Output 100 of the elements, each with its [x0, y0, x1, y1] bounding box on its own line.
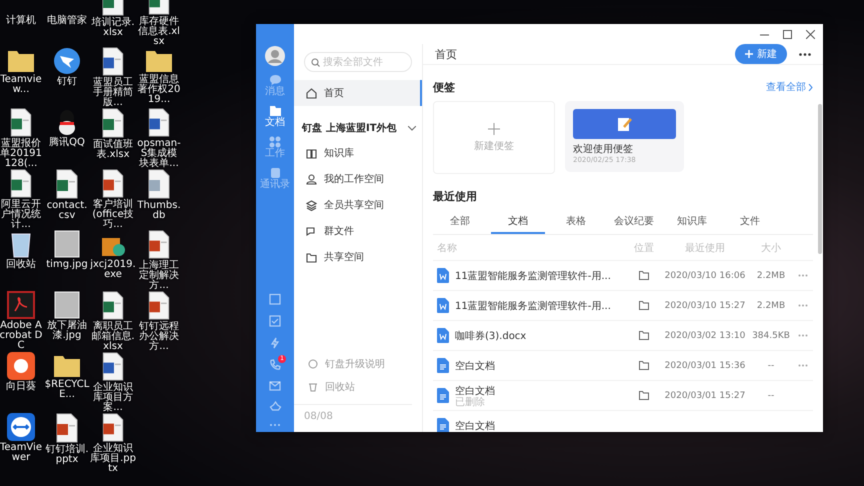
desktop-icon-label[interactable]: 企业知识库项目.pptx: [90, 444, 136, 474]
desktop-icon-label[interactable]: 上海理工定制解决方...: [136, 261, 182, 291]
file-name[interactable]: 11蓝盟智能服务监测管理软件-用...: [455, 298, 611, 312]
desktop-icon-label[interactable]: Teamview...: [0, 75, 44, 95]
file-date: 2020/03/01 15:27: [664, 390, 746, 400]
desktop-icon-label[interactable]: 培训记录.xlsx: [90, 18, 136, 38]
desktop-icon-label[interactable]: 电脑管家: [44, 16, 90, 26]
file-name[interactable]: 空白文档: [455, 384, 495, 398]
more-icon: [269, 423, 281, 427]
file-status: 已删除: [455, 398, 485, 408]
filter-tab[interactable]: 全部: [433, 210, 487, 234]
desktop-icon-label[interactable]: 回收站: [0, 260, 44, 270]
file-date: 2020/03/01 15:36: [664, 360, 746, 370]
rail-tab[interactable]: 文档: [265, 105, 285, 128]
usage-counter: 08/08: [294, 404, 412, 432]
desktop-icon-label[interactable]: jxcj2019.exe: [90, 260, 136, 280]
desktop-icon-label[interactable]: TeamViewer: [0, 443, 44, 463]
image-icon: [54, 230, 80, 258]
drive-label: 钉盘: [302, 122, 322, 135]
desktop-icon-label[interactable]: 计算机: [0, 16, 44, 26]
desktop-icon-label[interactable]: 客户培训(office技巧...: [90, 200, 136, 230]
file-name[interactable]: 11蓝盟智能服务监测管理软件-用...: [455, 268, 611, 282]
desktop-icon-label[interactable]: 钉钉远程办公解决方...: [136, 322, 182, 352]
calendar-icon: [269, 293, 281, 305]
filter-tab[interactable]: 会议纪要: [607, 210, 661, 234]
note-title: 欢迎使用便签: [573, 142, 634, 156]
word-icon: [147, 108, 171, 137]
file-name[interactable]: 空白文档: [455, 418, 495, 432]
ppt-icon: [101, 169, 125, 198]
mail-icon: [269, 381, 281, 391]
column-header: 大小: [761, 242, 781, 254]
document-icon: [437, 358, 449, 373]
file-date: 2020/03/10 16:06: [664, 270, 746, 280]
avatar-icon: [265, 46, 285, 66]
nav-item[interactable]: 群文件: [294, 218, 422, 244]
desktop-icon-label[interactable]: 阿里云开户情况统计...: [0, 200, 44, 230]
folder-icon: [639, 271, 649, 280]
column-header: 名称: [436, 242, 457, 254]
chat-bubbles-icon: [306, 226, 317, 236]
nav-item[interactable]: 全员共享空间: [294, 192, 422, 218]
scrollbar[interactable]: [818, 104, 822, 254]
excel-icon: [9, 108, 33, 137]
arrows-app-icon: [7, 413, 35, 441]
new-button[interactable]: 新建: [735, 44, 787, 64]
desktop-icon-label[interactable]: Adobe Acrobat DC: [0, 321, 44, 351]
view-all-link[interactable]: 查看全部: [766, 80, 813, 94]
desktop-icon-label[interactable]: 离职员工邮箱信息.xlsx: [90, 322, 136, 352]
nav-item[interactable]: 共享空间: [294, 244, 422, 270]
file-size: --: [768, 360, 774, 370]
desktop-icon-label[interactable]: 放下屠油漆.jpg: [44, 321, 90, 341]
nav-item[interactable]: 知识库: [294, 140, 422, 166]
folder-icon: [639, 361, 649, 370]
desktop-icon-label[interactable]: 向日葵: [0, 382, 44, 392]
desktop-icon-label[interactable]: 蓝盟信息著作权2019...: [136, 75, 182, 105]
search-field[interactable]: 搜索全部文件: [304, 52, 412, 72]
document-icon: [437, 388, 449, 403]
desktop-icon-label[interactable]: 蓝盟员工手册精简版...: [90, 78, 136, 108]
plus-icon: [488, 122, 500, 134]
filter-tab[interactable]: 表格: [549, 210, 603, 234]
file-name[interactable]: 空白文档: [455, 358, 495, 372]
desktop-icon-label[interactable]: 钉钉: [44, 77, 90, 87]
folder-icon: [639, 391, 649, 400]
nav-item[interactable]: 我的工作空间: [294, 166, 422, 192]
desktop-icon-label[interactable]: Thumbs.db: [136, 201, 182, 221]
file-size: 2.2MB: [756, 270, 786, 280]
file-name[interactable]: 咖啡券(3).docx: [455, 328, 526, 342]
desktop-icon-label[interactable]: contact.csv: [44, 201, 90, 221]
folder-icon: [306, 252, 317, 262]
desktop-icon-label[interactable]: $RECYCLE...: [44, 380, 90, 400]
desktop-icon-label[interactable]: timg.jpg: [44, 260, 90, 270]
phone-icon: [269, 359, 281, 371]
excel-icon: [9, 169, 33, 198]
section-title: 便签: [433, 80, 455, 94]
file-date: 2020/03/02 13:10: [664, 330, 746, 340]
nav-item[interactable]: 首页: [294, 80, 422, 106]
layers-icon: [306, 200, 317, 210]
organization-name: 上海蓝盟IT外包: [326, 122, 398, 135]
checkbox-icon: [269, 315, 281, 327]
desktop-icon-label[interactable]: 面试值班表.xlsx: [90, 140, 136, 160]
filter-tab[interactable]: 文件: [723, 210, 777, 234]
search-icon: [311, 58, 320, 67]
section-title: 最近使用: [433, 188, 477, 204]
file-size: 2.2MB: [756, 300, 786, 310]
desktop-icon-label[interactable]: 库存硬件信息表.xlsx: [136, 17, 182, 47]
file-size: --: [768, 390, 774, 400]
trash-icon: [308, 382, 318, 392]
desktop-icon-label[interactable]: 钉钉培训.pptx: [44, 445, 90, 465]
file-date: 2020/03/10 15:27: [664, 300, 746, 310]
filter-tab[interactable]: 文档: [491, 210, 545, 234]
folder-icon: [268, 105, 282, 117]
page-title: 首页: [435, 46, 458, 62]
word-file-icon: [437, 328, 449, 343]
filter-tab[interactable]: 知识库: [665, 210, 719, 234]
folder-icon: [639, 331, 649, 340]
excel-icon: [55, 169, 79, 199]
desktop-icon-label[interactable]: 蓝盟报价单20191128(...: [0, 139, 44, 169]
desktop-icon-label[interactable]: opsman-S集成模块表单...: [136, 139, 182, 169]
column-header: 位置: [634, 242, 654, 254]
desktop-icon-label[interactable]: 腾讯QQ: [44, 138, 90, 148]
desktop-icon-label[interactable]: 企业知识库项目方案...: [90, 383, 136, 413]
